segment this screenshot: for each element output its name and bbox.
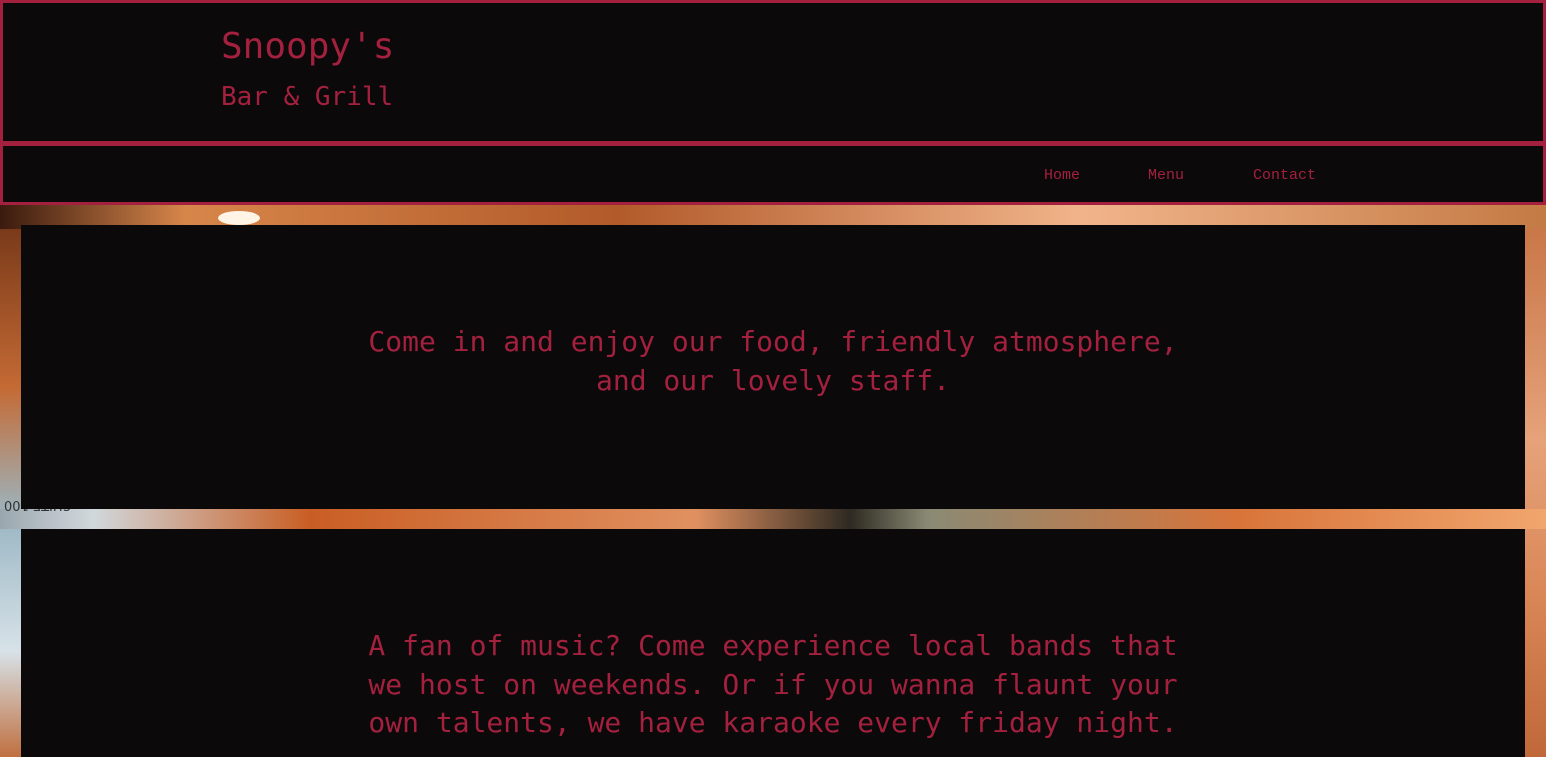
site-header: Snoopy's Bar & Grill xyxy=(0,0,1546,144)
ceiling-light xyxy=(218,211,260,225)
background-right-edge xyxy=(1524,229,1546,757)
intro-section: Come in and enjoy our food, friendly atm… xyxy=(21,225,1525,509)
nav-link-contact[interactable]: Contact xyxy=(1253,167,1316,185)
music-section: A fan of music? Come experience local ba… xyxy=(21,529,1525,757)
main-nav: Home Menu Contact xyxy=(0,143,1546,205)
nav-link-home[interactable]: Home xyxy=(1044,167,1080,185)
nav-link-menu[interactable]: Menu xyxy=(1148,167,1184,185)
intro-text: Come in and enjoy our food, friendly atm… xyxy=(368,325,1178,397)
site-subtitle: Bar & Grill xyxy=(221,82,394,112)
music-text: A fan of music? Come experience local ba… xyxy=(368,629,1178,739)
background-middle-strip xyxy=(0,509,1546,529)
site-title: Snoopy's xyxy=(221,26,395,67)
background-left-edge xyxy=(0,229,22,757)
